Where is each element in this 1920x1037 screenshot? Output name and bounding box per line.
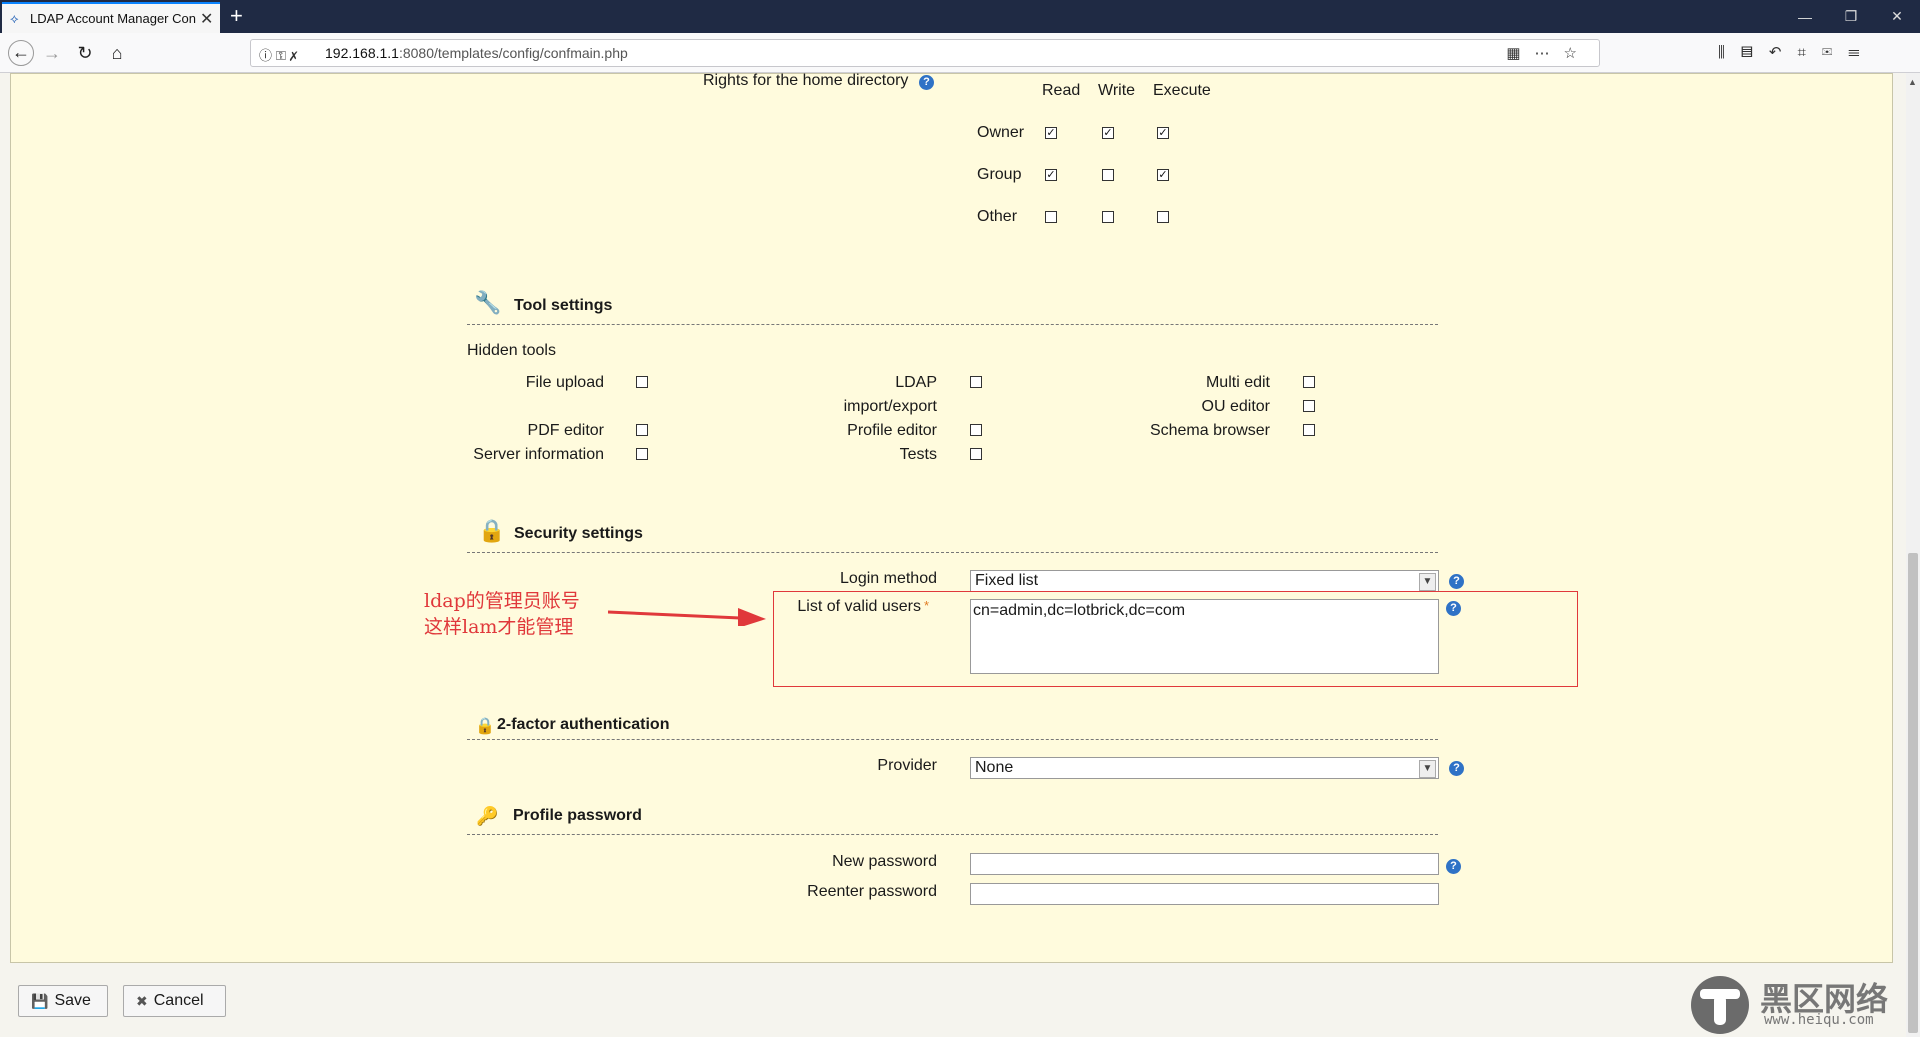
ou-editor-label: OU editor bbox=[1201, 398, 1270, 415]
chevron-down-icon[interactable]: ▼ bbox=[1419, 760, 1436, 778]
browser-tab[interactable]: ⟡ LDAP Account Manager Con ✕ bbox=[2, 2, 220, 33]
multi-edit-checkbox[interactable] bbox=[1303, 376, 1315, 388]
minimize-icon[interactable]: — bbox=[1782, 0, 1828, 33]
close-window-icon[interactable]: ✕ bbox=[1874, 0, 1920, 33]
help-icon[interactable]: ? bbox=[1446, 859, 1461, 874]
page-actions-icon[interactable]: ▦⋯☆ bbox=[1506, 44, 1591, 62]
close-tab-icon[interactable]: ✕ bbox=[200, 9, 213, 29]
provider-value: None bbox=[975, 759, 1014, 776]
login-method-label: Login method bbox=[840, 570, 937, 587]
group-read-checkbox[interactable]: ✓ bbox=[1045, 169, 1057, 181]
watermark-url: www.heiqu.com bbox=[1764, 1012, 1874, 1028]
wrench-icon: 🔧 bbox=[474, 290, 502, 315]
file-upload-label: File upload bbox=[525, 374, 604, 391]
section-divider bbox=[467, 552, 1438, 553]
provider-select[interactable]: None ▼ bbox=[970, 757, 1439, 779]
url-text: 192.168.1.1:8080/templates/config/confma… bbox=[325, 45, 628, 61]
pdf-editor-checkbox[interactable] bbox=[636, 424, 648, 436]
annotation-line-2: 这样lam才能管理 bbox=[424, 616, 574, 638]
group-write-checkbox[interactable] bbox=[1102, 169, 1114, 181]
profile-editor-checkbox[interactable] bbox=[970, 424, 982, 436]
ldap-import-label-2: import/export bbox=[843, 398, 937, 415]
help-icon[interactable]: ? bbox=[919, 75, 934, 90]
row-group: Group bbox=[977, 166, 1022, 183]
ldap-import-checkbox[interactable] bbox=[970, 376, 982, 388]
other-write-checkbox[interactable] bbox=[1102, 211, 1114, 223]
owner-read-checkbox[interactable]: ✓ bbox=[1045, 127, 1057, 139]
toolbar-icons[interactable]: ⫼▤↶⌗✉☰ bbox=[1718, 43, 1876, 61]
schema-browser-checkbox[interactable] bbox=[1303, 424, 1315, 436]
new-tab-icon[interactable]: + bbox=[230, 3, 243, 29]
annotation-arrow bbox=[608, 608, 766, 626]
chevron-down-icon[interactable]: ▼ bbox=[1419, 573, 1436, 591]
profile-editor-label: Profile editor bbox=[847, 422, 937, 439]
tool-settings-title: Tool settings bbox=[514, 297, 613, 314]
pdf-editor-label: PDF editor bbox=[527, 422, 604, 439]
help-icon[interactable]: ? bbox=[1449, 761, 1464, 776]
scrollbar[interactable]: ▲ bbox=[1906, 73, 1920, 1037]
profile-password-title: Profile password bbox=[513, 807, 642, 824]
two-factor-title: 2-factor authentication bbox=[497, 716, 670, 733]
row-other: Other bbox=[977, 208, 1018, 225]
save-button-label: Save bbox=[54, 992, 91, 1009]
navigation-bar: ← → ↻ ⌂ ⓘ⚿✗ 192.168.1.1:8080/templates/c… bbox=[0, 33, 1920, 73]
other-execute-checkbox[interactable] bbox=[1157, 211, 1169, 223]
forward-icon[interactable]: → bbox=[40, 41, 64, 65]
site-info-icon[interactable]: ⓘ⚿✗ bbox=[259, 45, 301, 64]
schema-browser-label: Schema browser bbox=[1149, 422, 1270, 439]
hidden-tools-label: Hidden tools bbox=[467, 342, 556, 359]
annotation-highlight-box bbox=[773, 591, 1578, 687]
back-icon[interactable]: ← bbox=[8, 40, 34, 66]
ou-editor-checkbox[interactable] bbox=[1303, 400, 1315, 412]
cancel-button-label: Cancel bbox=[153, 992, 204, 1009]
owner-execute-checkbox[interactable]: ✓ bbox=[1157, 127, 1169, 139]
scroll-up-icon[interactable]: ▲ bbox=[1908, 77, 1917, 87]
config-page bbox=[10, 73, 1893, 963]
key-icon: 🔑 bbox=[476, 806, 499, 826]
tab-bar: ⟡ LDAP Account Manager Con ✕ + — ❐ ✕ bbox=[0, 0, 1920, 33]
reenter-password-input[interactable] bbox=[970, 883, 1439, 905]
section-divider bbox=[467, 834, 1438, 835]
new-password-label: New password bbox=[832, 853, 937, 870]
new-password-input[interactable] bbox=[970, 853, 1439, 875]
tests-checkbox[interactable] bbox=[970, 448, 982, 460]
other-read-checkbox[interactable] bbox=[1045, 211, 1057, 223]
section-divider bbox=[467, 324, 1438, 325]
scroll-thumb[interactable] bbox=[1908, 553, 1918, 1033]
login-method-value: Fixed list bbox=[975, 572, 1039, 589]
section-divider bbox=[467, 739, 1438, 740]
help-icon[interactable]: ? bbox=[1449, 574, 1464, 589]
reenter-password-label: Reenter password bbox=[807, 883, 937, 900]
multi-edit-label: Multi edit bbox=[1205, 374, 1270, 391]
server-info-checkbox[interactable] bbox=[636, 448, 648, 460]
home-icon[interactable]: ⌂ bbox=[105, 41, 129, 65]
ldap-import-label: LDAP bbox=[895, 374, 937, 391]
row-owner: Owner bbox=[977, 124, 1025, 141]
save-button[interactable]: 💾 Save bbox=[18, 985, 108, 1017]
lock-icon: 🔒 bbox=[475, 718, 495, 735]
restore-icon[interactable]: ❐ bbox=[1828, 0, 1874, 33]
reload-icon[interactable]: ↻ bbox=[73, 41, 97, 65]
lock-icon: 🔒 bbox=[478, 518, 506, 543]
security-settings-title: Security settings bbox=[514, 525, 643, 542]
close-icon: ✖ bbox=[136, 992, 148, 1009]
col-read: Read bbox=[1042, 82, 1081, 99]
floppy-disk-icon: 💾 bbox=[31, 992, 49, 1009]
annotation-line-1: ldap的管理员账号 bbox=[424, 590, 580, 612]
tab-title: LDAP Account Manager Con bbox=[30, 11, 196, 26]
col-execute: Execute bbox=[1153, 82, 1211, 99]
url-bar[interactable]: ⓘ⚿✗ 192.168.1.1:8080/templates/config/co… bbox=[250, 39, 1600, 67]
login-method-select[interactable]: Fixed list ▼ bbox=[970, 570, 1439, 592]
file-upload-checkbox[interactable] bbox=[636, 376, 648, 388]
home-dir-rights-label: Rights for the home directory bbox=[703, 72, 909, 89]
tests-label: Tests bbox=[899, 446, 937, 463]
col-write: Write bbox=[1098, 82, 1136, 99]
lam-favicon-icon: ⟡ bbox=[10, 10, 19, 26]
group-execute-checkbox[interactable]: ✓ bbox=[1157, 169, 1169, 181]
cancel-button[interactable]: ✖ Cancel bbox=[123, 985, 226, 1017]
watermark-logo-icon bbox=[1691, 976, 1749, 1034]
provider-label: Provider bbox=[877, 757, 937, 774]
server-info-label: Server information bbox=[473, 446, 604, 463]
owner-write-checkbox[interactable]: ✓ bbox=[1102, 127, 1114, 139]
